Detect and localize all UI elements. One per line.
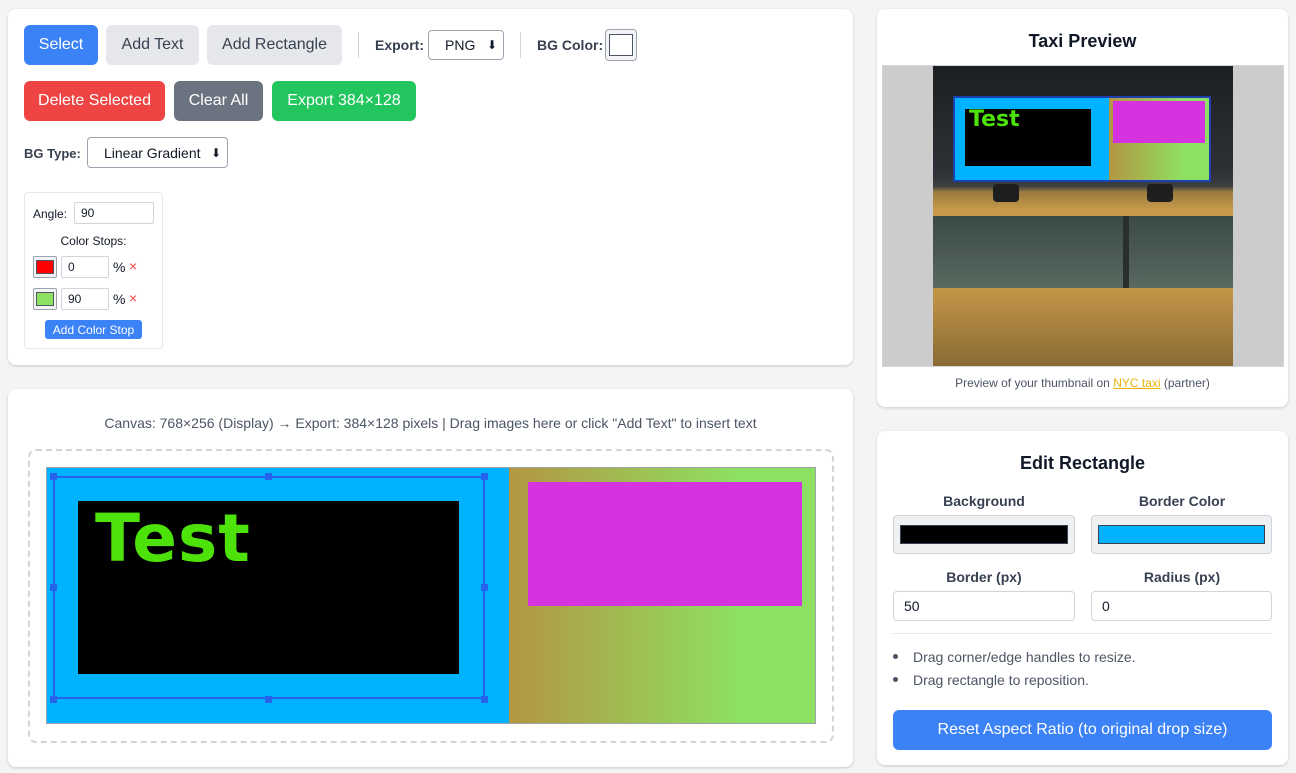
bullet-icon xyxy=(893,654,898,659)
bg-type-select[interactable]: Linear Gradient ⬇ xyxy=(87,137,228,168)
radius-input[interactable]: 0 xyxy=(1091,591,1272,621)
export-format-label: Export: xyxy=(375,37,424,53)
bg-color-picker[interactable] xyxy=(605,29,637,61)
canvas-panel: Canvas: 768×256 (Display) → Export: 384×… xyxy=(8,389,853,767)
add-color-stop-button[interactable]: Add Color Stop xyxy=(45,320,142,339)
bg-type-value: Linear Gradient xyxy=(104,144,201,161)
toolbar-divider xyxy=(520,32,521,58)
radius-label: Radius (px) xyxy=(1143,569,1221,585)
bg-type-label: BG Type: xyxy=(24,146,81,161)
taxi-topper-thumbnail: Test xyxy=(953,96,1211,182)
edit-rectangle-title: Edit Rectangle xyxy=(1019,453,1146,473)
background-label: Background xyxy=(943,493,1025,509)
export-button[interactable]: Export 384×128 xyxy=(272,81,416,121)
reset-aspect-ratio-button[interactable]: Reset Aspect Ratio (to original drop siz… xyxy=(893,710,1272,750)
background-color-picker[interactable] xyxy=(893,515,1075,554)
caption-text: Preview of your thumbnail on xyxy=(955,376,1114,390)
design-canvas[interactable]: Test xyxy=(46,467,816,724)
canvas-info-text: Canvas: 768×256 (Display) → Export: 384×… xyxy=(104,415,757,431)
angle-input[interactable]: 90 xyxy=(74,202,154,224)
tip-resize: Drag corner/edge handles to resize. xyxy=(913,649,1136,665)
border-width-label: Border (px) xyxy=(946,569,1022,585)
selection-outline xyxy=(53,476,485,699)
taxi-photo: Test xyxy=(933,66,1233,366)
clear-all-button[interactable]: Clear All xyxy=(174,81,263,121)
taxi-preview-panel: Taxi Preview Test Preview of your thumbn… xyxy=(877,9,1288,407)
resize-handle[interactable] xyxy=(265,473,272,480)
bullet-icon xyxy=(893,677,898,682)
add-text-button[interactable]: Add Text xyxy=(106,25,199,65)
color-stops-label: Color Stops: xyxy=(60,234,127,248)
gradient-settings-panel: Angle: 90 Color Stops: 0 % × 90 % × Add … xyxy=(24,192,163,349)
toolbar-divider xyxy=(358,32,359,58)
resize-handle[interactable] xyxy=(50,584,57,591)
resize-handle[interactable] xyxy=(265,696,272,703)
thumb-text: Test xyxy=(969,107,1020,132)
export-format-select[interactable]: PNG ⬇ xyxy=(428,30,504,60)
thumb-rectangle: Test xyxy=(955,98,1109,180)
color-stop-swatch[interactable] xyxy=(33,256,57,278)
border-color-label: Border Color xyxy=(1138,493,1226,509)
remove-stop-icon[interactable]: × xyxy=(129,290,137,306)
add-rectangle-button[interactable]: Add Rectangle xyxy=(207,25,342,65)
preview-title: Taxi Preview xyxy=(1028,31,1137,51)
taxi-door xyxy=(933,288,1233,366)
background-color-swatch xyxy=(900,525,1068,544)
chevron-down-icon: ⬇ xyxy=(210,145,221,160)
resize-handle[interactable] xyxy=(481,473,488,480)
percent-unit: % xyxy=(113,291,126,307)
color-stop-position-input[interactable]: 0 xyxy=(61,256,109,278)
color-stop-color xyxy=(36,292,54,306)
chevron-down-icon: ⬇ xyxy=(486,38,497,52)
border-color-swatch xyxy=(1098,525,1265,544)
magenta-rectangle[interactable] xyxy=(528,482,802,606)
resize-handle[interactable] xyxy=(50,696,57,703)
select-tool-button[interactable]: Select xyxy=(24,25,98,65)
color-stop-color xyxy=(36,260,54,274)
divider xyxy=(893,633,1272,634)
bg-color-swatch xyxy=(609,34,633,56)
resize-handle[interactable] xyxy=(50,473,57,480)
angle-label: Angle: xyxy=(33,207,68,221)
edit-rectangle-panel: Edit Rectangle Background Border Color B… xyxy=(877,431,1288,765)
resize-handle[interactable] xyxy=(481,584,488,591)
thumb-magenta-rectangle xyxy=(1113,101,1205,143)
color-stop-position-input[interactable]: 90 xyxy=(61,288,109,310)
percent-unit: % xyxy=(113,259,126,275)
border-color-picker[interactable] xyxy=(1091,515,1272,554)
preview-caption: Preview of your thumbnail on NYC taxi (p… xyxy=(877,376,1288,390)
roof-rack-foot xyxy=(1147,184,1173,202)
remove-stop-icon[interactable]: × xyxy=(129,258,137,274)
caption-text: (partner) xyxy=(1160,376,1210,390)
border-width-input[interactable]: 50 xyxy=(893,591,1075,621)
resize-handle[interactable] xyxy=(481,696,488,703)
export-format-value: PNG xyxy=(445,37,476,53)
bg-color-label: BG Color: xyxy=(537,37,604,53)
color-stop-swatch[interactable] xyxy=(33,288,57,310)
toolbar-panel: Select Add Text Add Rectangle Export: PN… xyxy=(8,9,853,365)
roof-rack-foot xyxy=(993,184,1019,202)
delete-selected-button[interactable]: Delete Selected xyxy=(24,81,165,121)
preview-frame: Test xyxy=(882,65,1284,367)
nyc-taxi-link[interactable]: NYC taxi xyxy=(1113,376,1160,390)
tip-reposition: Drag rectangle to reposition. xyxy=(913,672,1089,688)
